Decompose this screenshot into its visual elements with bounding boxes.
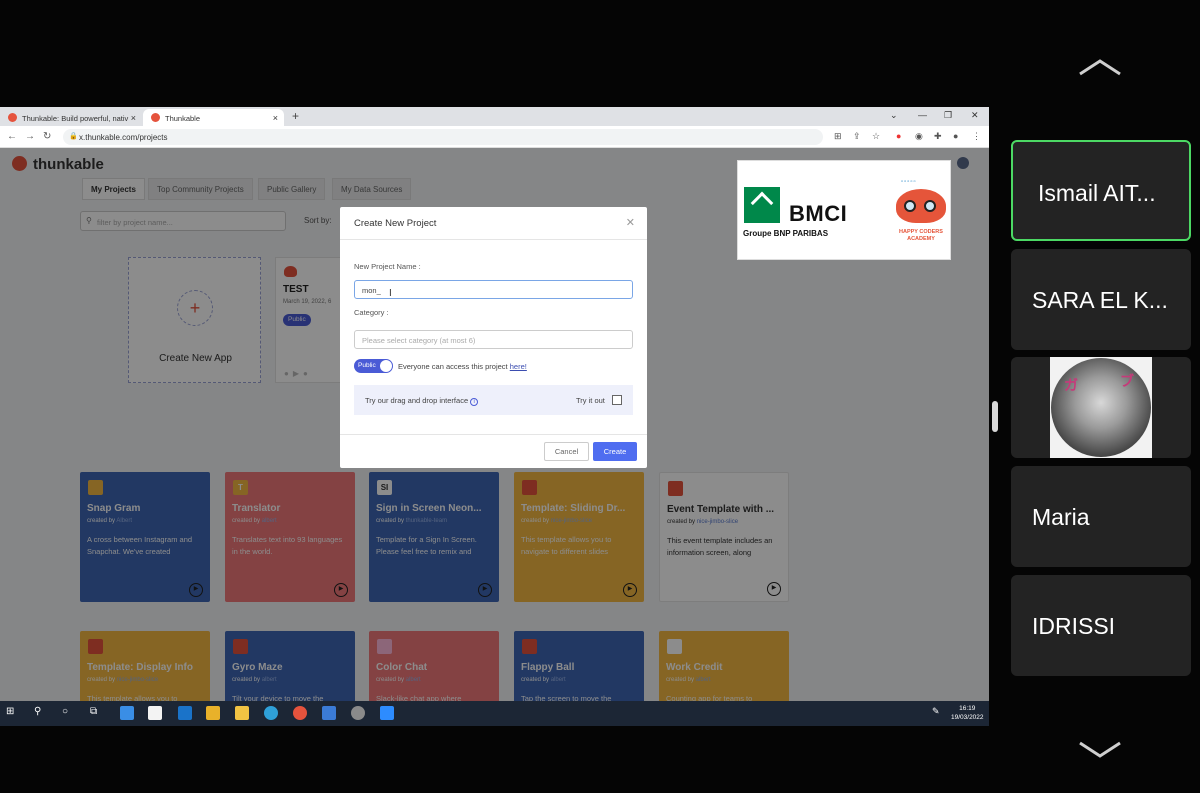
windows-taskbar: ⊞ ⚲ ○ ⧉ ✎ 16:19 19/03/2022 xyxy=(0,701,989,726)
participant-name: SARA EL K... xyxy=(1032,287,1168,313)
store-icon[interactable] xyxy=(148,706,162,720)
scroll-down-icon[interactable] xyxy=(1076,737,1124,761)
zoom-icon[interactable] xyxy=(380,706,394,720)
thunkable-favicon-icon xyxy=(8,113,17,122)
pen-icon[interactable]: ✎ xyxy=(932,706,946,720)
participant-tile[interactable]: SARA EL K... xyxy=(1011,249,1191,350)
close-tab-icon[interactable]: × xyxy=(131,113,136,123)
close-window-icon[interactable]: ✕ xyxy=(971,110,979,121)
here-link[interactable]: here! xyxy=(510,362,527,371)
maximize-icon[interactable]: ❐ xyxy=(944,110,952,121)
meeting-window: Thunkable: Build powerful, nativ × Thunk… xyxy=(0,0,1200,793)
cancel-button[interactable]: Cancel xyxy=(544,442,589,461)
lock-icon: 🔒 xyxy=(69,133,78,140)
dialog-title: Create New Project xyxy=(340,207,647,240)
profile-icon[interactable]: ● xyxy=(953,131,958,141)
participant-avatar: ガブ xyxy=(1050,357,1152,458)
back-icon[interactable]: ← xyxy=(7,131,17,142)
info-icon[interactable]: i xyxy=(470,398,479,406)
participant-tile[interactable]: Ismail AIT... xyxy=(1011,140,1191,241)
menu-icon[interactable]: ⋮ xyxy=(972,131,981,142)
public-text: Everyone can access this project xyxy=(398,362,508,371)
record-icon[interactable]: ◉ xyxy=(915,131,923,142)
edge-icon[interactable] xyxy=(264,706,278,720)
outlook-icon[interactable] xyxy=(178,706,192,720)
browser-tab-1[interactable]: Thunkable: Build powerful, nativ × xyxy=(0,109,142,126)
share-icon[interactable]: ⇪ xyxy=(853,131,861,142)
minimize-icon[interactable]: — xyxy=(918,110,927,120)
taskbar-clock[interactable]: 16:19 19/03/2022 xyxy=(951,704,984,722)
close-icon[interactable]: ✕ xyxy=(626,216,635,229)
try-it-out-checkbox[interactable] xyxy=(612,395,622,405)
toggle-knob xyxy=(380,360,392,372)
file-explorer-icon[interactable] xyxy=(235,706,249,720)
bmci-text: BMCI xyxy=(789,201,848,226)
reload-icon[interactable]: ↻ xyxy=(43,131,51,142)
bmci-subtitle: Groupe BNP PARIBAS xyxy=(743,229,829,238)
translate-icon[interactable]: ⊞ xyxy=(834,131,842,142)
dialog-divider xyxy=(340,434,647,435)
participant-tile[interactable]: IDRISSI xyxy=(1011,575,1191,676)
new-tab-icon[interactable]: + xyxy=(292,109,299,123)
opera-icon[interactable]: ● xyxy=(896,131,901,141)
tab-title: Thunkable xyxy=(165,114,201,123)
sponsor-logos: BMCI Groupe BNP PARIBAS ▫▫▫▫▫ HAPPY CODE… xyxy=(737,160,951,260)
public-toggle[interactable]: Public xyxy=(354,359,393,373)
academy-text: HAPPY CODERS ACADEMY xyxy=(899,229,943,242)
browser-tab-2[interactable]: Thunkable × xyxy=(143,109,284,126)
public-description: Everyone can access this project here! xyxy=(398,362,527,371)
photos-icon[interactable] xyxy=(322,706,336,720)
scroll-up-icon[interactable] xyxy=(1076,56,1124,80)
participant-tile[interactable]: Maria xyxy=(1011,466,1191,567)
toggle-label: Public xyxy=(358,362,376,369)
url-field[interactable]: 🔒 x.thunkable.com/projects xyxy=(63,129,823,145)
office-icon[interactable] xyxy=(206,706,220,720)
task-view-icon[interactable]: ⧉ xyxy=(90,706,104,720)
participant-name: IDRISSI xyxy=(1032,613,1116,639)
participant-tile[interactable]: ガブ xyxy=(1011,357,1191,458)
project-name-label: New Project Name : xyxy=(354,262,421,271)
forward-icon[interactable]: → xyxy=(25,131,35,142)
thunkable-favicon-icon xyxy=(151,113,160,122)
tab-search-icon[interactable]: ⌄ xyxy=(890,110,898,121)
category-select[interactable]: Please select category (at most 6) xyxy=(354,330,633,349)
try-it-out-label: Try it out xyxy=(576,396,605,405)
create-project-dialog: Create New Project ✕ New Project Name : … xyxy=(340,207,647,468)
create-button[interactable]: Create xyxy=(593,442,637,461)
cortana-icon[interactable]: ○ xyxy=(62,706,76,720)
mail-icon[interactable] xyxy=(120,706,134,720)
search-icon[interactable]: ⚲ xyxy=(34,706,48,720)
extensions-icon[interactable]: ✚ xyxy=(934,131,942,142)
browser-tab-bar: Thunkable: Build powerful, nativ × Thunk… xyxy=(0,107,989,126)
chrome-icon[interactable] xyxy=(293,706,307,720)
windows-start-icon[interactable]: ⊞ xyxy=(6,706,20,720)
participant-name: Ismail AIT... xyxy=(1038,180,1156,206)
close-tab-icon[interactable]: × xyxy=(273,113,278,123)
shared-screen: Thunkable: Build powerful, nativ × Thunk… xyxy=(0,107,989,726)
address-bar-row: ← → ↻ 🔒 x.thunkable.com/projects ⊞ ⇪ ☆ ●… xyxy=(0,126,989,148)
app-icon[interactable] xyxy=(351,706,365,720)
project-name-input[interactable]: mon_ xyxy=(354,280,633,299)
url-text: x.thunkable.com/projects xyxy=(79,133,168,142)
drag-drop-banner: Try our drag and drop interface i Try it… xyxy=(354,385,633,415)
robot-mascot-icon xyxy=(896,189,946,223)
code-glyphs: ▫▫▫▫▫ xyxy=(901,179,917,185)
text-cursor-icon: I xyxy=(389,288,392,299)
tab-title: Thunkable: Build powerful, nativ xyxy=(22,114,129,123)
participant-name: Maria xyxy=(1032,504,1090,530)
drag-drop-label: Try our drag and drop interface xyxy=(365,396,469,405)
bookmark-star-icon[interactable]: ☆ xyxy=(872,131,880,142)
drag-drop-text: Try our drag and drop interface i xyxy=(365,396,479,406)
category-label: Category : xyxy=(354,308,389,317)
clock-date: 19/03/2022 xyxy=(951,714,984,721)
clock-time: 16:19 xyxy=(959,705,976,712)
panel-scrollbar[interactable] xyxy=(992,401,998,432)
bmci-logo-icon xyxy=(744,187,780,223)
